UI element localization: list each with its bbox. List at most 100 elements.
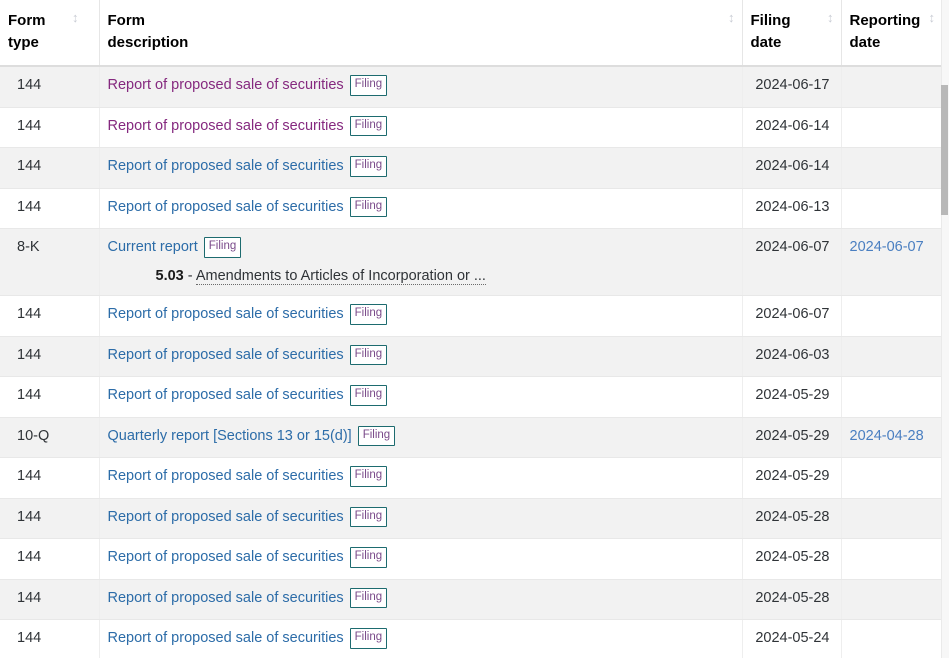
cell-form-description: Report of proposed sale of securities Fil… (99, 620, 742, 658)
filing-badge[interactable]: Filing (358, 426, 395, 447)
filing-sub-item-description[interactable]: Amendments to Articles of Incorporation … (196, 268, 486, 285)
cell-reporting-date (841, 336, 941, 377)
filing-description-link[interactable]: Report of proposed sale of securities (108, 306, 344, 322)
column-header-form-type-line1: Form (8, 10, 46, 32)
cell-filing-date: 2024-05-24 (742, 620, 841, 658)
cell-form-type: 144 (0, 458, 99, 499)
filing-badge[interactable]: Filing (204, 237, 241, 258)
cell-form-type: 144 (0, 498, 99, 539)
table-body: 144Report of proposed sale of securities… (0, 66, 941, 658)
cell-form-description: Report of proposed sale of securities Fil… (99, 539, 742, 580)
filing-description-link[interactable]: Report of proposed sale of securities (108, 199, 344, 215)
cell-filing-date: 2024-06-14 (742, 148, 841, 189)
filing-badge[interactable]: Filing (350, 197, 387, 218)
filing-sub-item: 5.03 - Amendments to Articles of Incorpo… (156, 267, 734, 287)
column-header-form-type[interactable]: Form type ↕ (0, 0, 99, 66)
filing-badge[interactable]: Filing (350, 507, 387, 528)
column-header-filing-date-line2: date (751, 32, 782, 54)
cell-reporting-date (841, 377, 941, 418)
table-row: 8-K Current report Filing 5.03 - Amendments… (0, 229, 941, 296)
column-header-form-description-line1: Form (108, 10, 146, 32)
cell-form-type: 144 (0, 539, 99, 580)
cell-filing-date: 2024-06-07 (742, 229, 841, 296)
table-row: 144Report of proposed sale of securities… (0, 620, 941, 658)
filing-badge[interactable]: Filing (350, 628, 387, 649)
column-header-form-description-line2: description (108, 32, 189, 54)
filing-description-link[interactable]: Report of proposed sale of securities (108, 509, 344, 525)
cell-form-description: Report of proposed sale of securities Fil… (99, 498, 742, 539)
table-row: 144Report of proposed sale of securities… (0, 498, 941, 539)
sort-icon-reporting-date[interactable]: ↕ (929, 11, 935, 24)
filing-description-link[interactable]: Report of proposed sale of securities (108, 118, 344, 134)
filings-table-panel: Form type ↕ Form description ↕ Filing da… (0, 0, 949, 658)
cell-form-description: Current report Filing 5.03 - Amendments to… (99, 229, 742, 296)
header-row: Form type ↕ Form description ↕ Filing da… (0, 0, 941, 66)
table-row: 144Report of proposed sale of securities… (0, 579, 941, 620)
vertical-scrollbar-track[interactable] (941, 0, 949, 658)
table-row: 144Report of proposed sale of securities… (0, 336, 941, 377)
table-row: 144 Report of proposed sale of securities… (0, 296, 941, 337)
filing-badge[interactable]: Filing (350, 547, 387, 568)
cell-reporting-date (841, 188, 941, 229)
filing-badge[interactable]: Filing (350, 466, 387, 487)
filing-description-link[interactable]: Report of proposed sale of securities (108, 468, 344, 484)
filing-sub-item-number: 5.03 (156, 268, 184, 284)
column-header-reporting-date[interactable]: Reporting date ↕ (841, 0, 941, 66)
filing-badge[interactable]: Filing (350, 588, 387, 609)
column-header-reporting-date-line2: date (850, 32, 881, 54)
cell-reporting-date (841, 579, 941, 620)
table-row: 144Report of proposed sale of securities… (0, 107, 941, 148)
filing-sub-item-separator: - (184, 268, 196, 284)
filing-badge[interactable]: Filing (350, 345, 387, 366)
filing-description-link[interactable]: Report of proposed sale of securities (108, 77, 344, 93)
cell-form-description: Report of proposed sale of securities Fil… (99, 107, 742, 148)
filing-description-link[interactable]: Current report (108, 239, 198, 255)
cell-filing-date: 2024-05-29 (742, 458, 841, 499)
cell-form-type: 144 (0, 66, 99, 107)
cell-form-description: Quarterly report [Sections 13 or 15(d)] F… (99, 417, 742, 458)
reporting-date-link[interactable]: 2024-06-07 (850, 239, 924, 255)
cell-form-description: Report of proposed sale of securities Fil… (99, 336, 742, 377)
column-header-filing-date[interactable]: Filing date ↕ (742, 0, 841, 66)
reporting-date-link[interactable]: 2024-04-28 (850, 428, 924, 444)
cell-reporting-date (841, 539, 941, 580)
sort-icon-filing-date[interactable]: ↕ (827, 11, 833, 24)
cell-form-type: 144 (0, 107, 99, 148)
table-header: Form type ↕ Form description ↕ Filing da… (0, 0, 941, 66)
column-header-form-type-line2: type (8, 32, 39, 54)
cell-filing-date: 2024-06-13 (742, 188, 841, 229)
cell-form-type: 8-K (0, 229, 99, 296)
cell-filing-date: 2024-05-28 (742, 579, 841, 620)
filings-table: Form type ↕ Form description ↕ Filing da… (0, 0, 941, 658)
sort-icon-form-description[interactable]: ↕ (728, 11, 734, 24)
cell-reporting-date (841, 498, 941, 539)
cell-reporting-date (841, 296, 941, 337)
filing-description-link[interactable]: Quarterly report [Sections 13 or 15(d)] (108, 428, 352, 444)
cell-form-type: 144 (0, 377, 99, 418)
filing-badge[interactable]: Filing (350, 116, 387, 137)
table-row: 10-QQuarterly report [Sections 13 or 15(… (0, 417, 941, 458)
cell-form-description: Report of proposed sale of securities Fil… (99, 377, 742, 418)
column-header-reporting-date-line1: Reporting (850, 10, 921, 32)
filing-badge[interactable]: Filing (350, 385, 387, 406)
filing-description-link[interactable]: Report of proposed sale of securities (108, 549, 344, 565)
cell-filing-date: 2024-05-29 (742, 377, 841, 418)
filing-badge[interactable]: Filing (350, 75, 387, 96)
cell-reporting-date: 2024-04-28 (841, 417, 941, 458)
filing-badge[interactable]: Filing (350, 156, 387, 177)
filing-description-link[interactable]: Report of proposed sale of securities (108, 630, 344, 646)
filing-description-link[interactable]: Report of proposed sale of securities (108, 158, 344, 174)
filing-badge[interactable]: Filing (350, 304, 387, 325)
cell-reporting-date (841, 148, 941, 189)
column-header-form-description[interactable]: Form description ↕ (99, 0, 742, 66)
cell-form-type: 144 (0, 296, 99, 337)
cell-filing-date: 2024-06-17 (742, 66, 841, 107)
filing-description-link[interactable]: Report of proposed sale of securities (108, 347, 344, 363)
cell-form-type: 10-Q (0, 417, 99, 458)
filing-description-link[interactable]: Report of proposed sale of securities (108, 387, 344, 403)
vertical-scrollbar-thumb[interactable] (941, 85, 948, 215)
sort-icon-form-type[interactable]: ↕ (72, 11, 78, 24)
cell-filing-date: 2024-06-07 (742, 296, 841, 337)
table-row: 144Report of proposed sale of securities… (0, 188, 941, 229)
filing-description-link[interactable]: Report of proposed sale of securities (108, 590, 344, 606)
